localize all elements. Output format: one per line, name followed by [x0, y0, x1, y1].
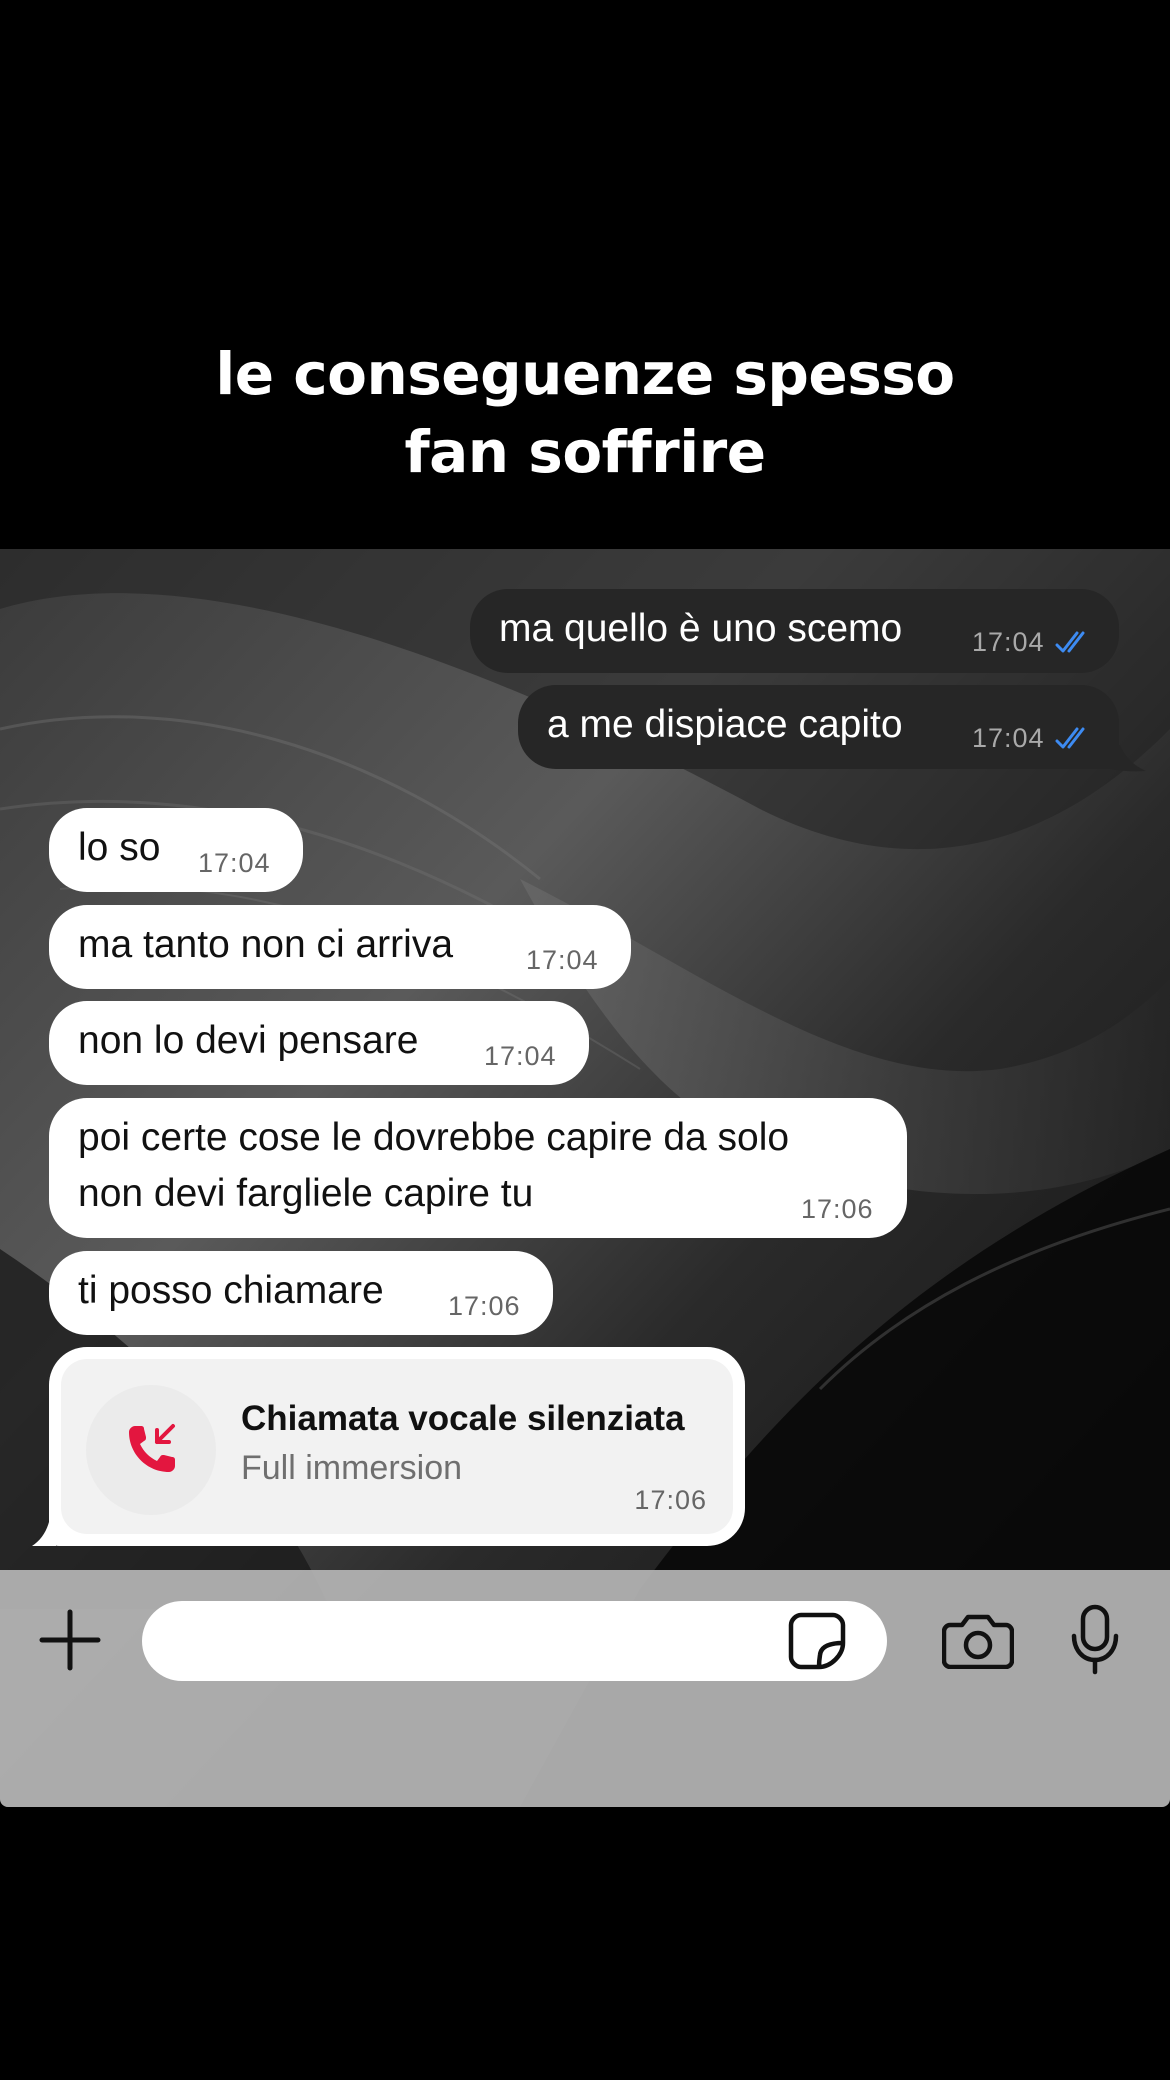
- camera-icon[interactable]: [942, 1613, 1014, 1669]
- message-time: 17:04: [972, 627, 1045, 657]
- message-time: 17:06: [448, 1291, 521, 1321]
- call-time: 17:06: [634, 1485, 707, 1515]
- message-text-line: non devi fargliele capire tu: [78, 1172, 534, 1215]
- call-card[interactable]: Chiamata vocale silenziata Full immersio…: [61, 1359, 733, 1534]
- read-receipt-icon: [1055, 631, 1085, 653]
- sticker-icon[interactable]: [787, 1611, 847, 1671]
- plus-icon[interactable]: [38, 1608, 102, 1672]
- message-bubble-incoming[interactable]: ma tanto non ci arriva 17:04: [49, 905, 631, 989]
- message-input[interactable]: [142, 1601, 887, 1681]
- message-bubble-incoming[interactable]: poi certe cose le dovrebbe capire da sol…: [49, 1098, 907, 1238]
- caption-line-1: le conseguenze spesso: [215, 340, 955, 408]
- read-receipt-icon: [1055, 727, 1085, 749]
- chat-screen: ma quello è uno scemo 17:04 a me dispiac…: [0, 549, 1170, 1807]
- message-time: 17:04: [198, 848, 271, 878]
- message-bubble-incoming[interactable]: ti posso chiamare 17:06: [49, 1251, 553, 1335]
- message-text: lo so: [78, 826, 161, 869]
- message-text: non lo devi pensare: [78, 1019, 419, 1062]
- call-bubble[interactable]: Chiamata vocale silenziata Full immersio…: [49, 1347, 745, 1546]
- message-bubble-outgoing[interactable]: ma quello è uno scemo 17:04: [470, 589, 1119, 673]
- call-title: Chiamata vocale silenziata: [241, 1399, 685, 1438]
- message-text: ma quello è uno scemo: [499, 607, 903, 650]
- message-time: 17:04: [526, 945, 599, 975]
- composer-bar: [0, 1570, 1170, 1807]
- message-time: 17:04: [484, 1041, 557, 1071]
- message-bubble-incoming[interactable]: lo so 17:04: [49, 808, 303, 892]
- message-text: a me dispiace capito: [547, 703, 903, 746]
- message-bubble-incoming[interactable]: non lo devi pensare 17:04: [49, 1001, 589, 1085]
- message-text-line: poi certe cose le dovrebbe capire da sol…: [78, 1116, 790, 1159]
- message-time: 17:06: [801, 1194, 874, 1224]
- caption: le conseguenze spesso fan soffrire: [0, 335, 1170, 491]
- microphone-icon[interactable]: [1070, 1604, 1120, 1676]
- missed-call-icon: [129, 1424, 175, 1472]
- message-time: 17:04: [972, 723, 1045, 753]
- message-bubble-outgoing[interactable]: a me dispiace capito 17:04: [518, 685, 1119, 769]
- call-subtitle: Full immersion: [241, 1449, 463, 1487]
- caption-line-2: fan soffrire: [404, 418, 766, 486]
- message-text: ma tanto non ci arriva: [78, 923, 454, 966]
- message-text: ti posso chiamare: [78, 1269, 384, 1312]
- bubble-tail: [1108, 745, 1146, 772]
- call-icon-container: [86, 1385, 216, 1515]
